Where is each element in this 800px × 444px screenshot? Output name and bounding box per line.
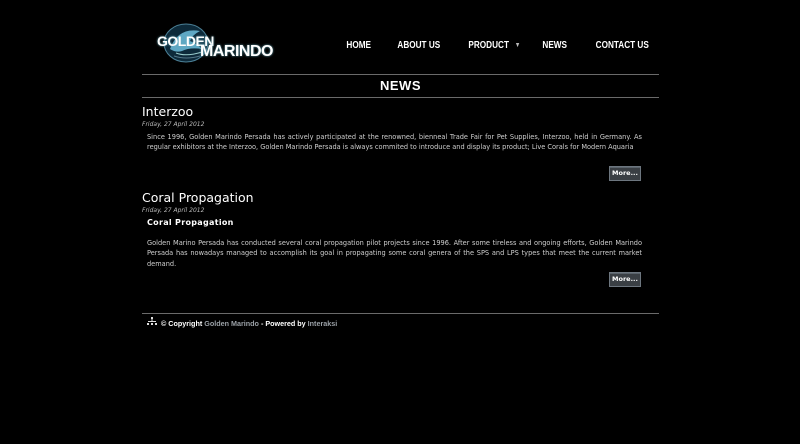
nav-product[interactable]: Product ▼ [468,40,520,51]
logo-text-marindo: MARINDO [200,43,273,60]
page-title: NEWS [380,78,421,93]
footer-divider [142,313,659,314]
header-divider [142,74,659,75]
more-button[interactable]: More... [609,166,641,181]
article-body: Since 1996, Golden Marindo Persada has a… [147,133,642,152]
nav-about-us[interactable]: About Us [397,40,440,51]
title-divider [142,97,659,98]
article-title[interactable]: Coral Propagation [142,190,254,205]
article-date: Friday, 27 April 2012 [142,207,205,214]
chevron-down-icon: ▼ [514,42,521,49]
sitemap-icon [147,317,157,325]
article-body: Golden Marino Persada has conducted seve… [147,239,642,268]
article-date: Friday, 27 April 2012 [142,121,205,128]
article-title[interactable]: Interzoo [142,104,193,119]
site-logo[interactable]: GOLDEN MARINDO [156,19,296,65]
nav-home[interactable]: Home [346,40,371,51]
main-nav: Home About Us Product ▼ News Contact Us [324,40,649,51]
powered-by-link[interactable]: Interaksi [308,319,338,328]
company-link[interactable]: Golden Marindo [204,319,259,328]
nav-news[interactable]: News [543,40,568,51]
nav-contact-us[interactable]: Contact Us [596,40,649,51]
more-button[interactable]: More... [609,272,641,287]
copyright-text: © Copyright Golden Marindo - Powered by … [161,319,338,328]
article-subtitle: Coral Propagation [147,218,234,227]
